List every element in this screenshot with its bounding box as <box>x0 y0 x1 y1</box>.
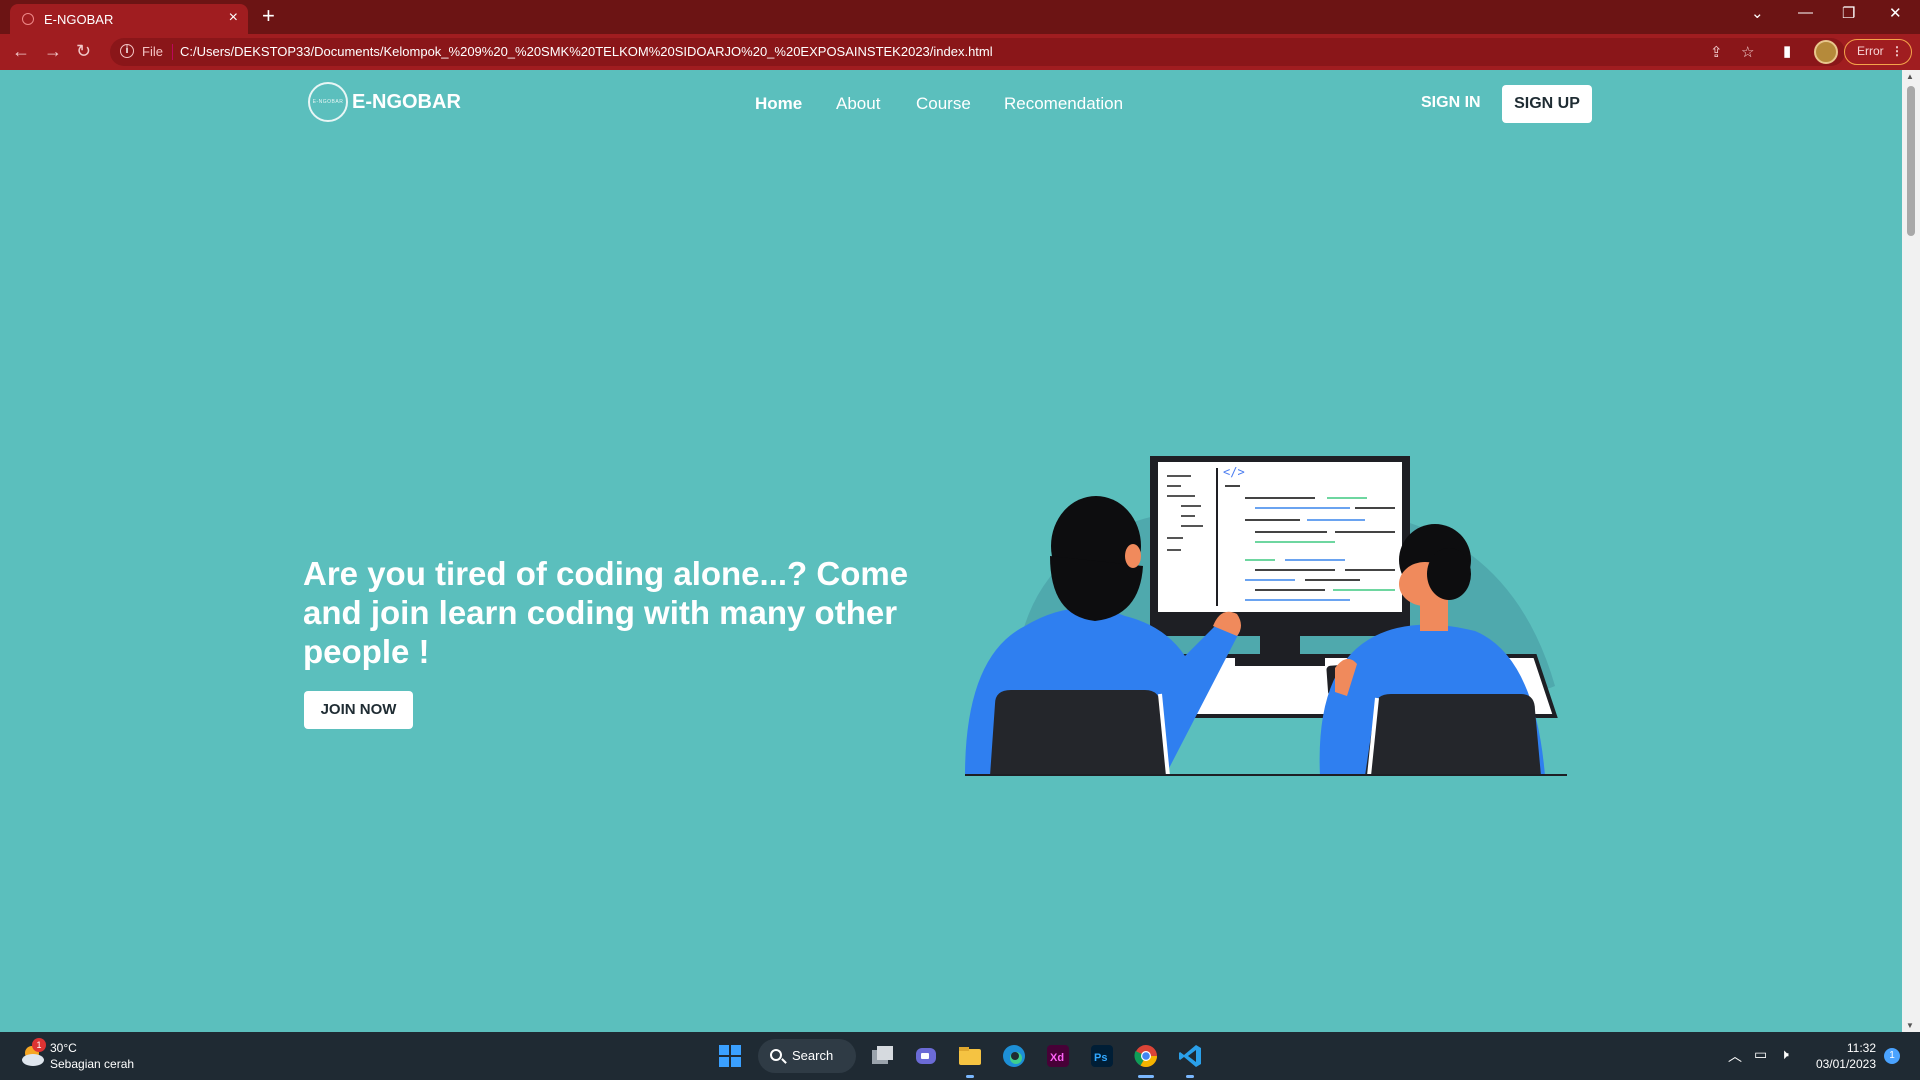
windows-taskbar: 1 30°C Sebagian cerah Search Xd Ps ︿ ▭ 🕨… <box>0 1032 1920 1080</box>
menu-dots-icon[interactable]: ⋮ <box>1891 40 1903 63</box>
windows-start-icon[interactable] <box>716 1042 744 1070</box>
web-page: E-NGOBAR E-NGOBAR Home About Course Reco… <box>0 70 1900 1032</box>
clock-time: 11:32 <box>1846 1041 1876 1055</box>
side-panel-icon[interactable]: ▮ <box>1783 43 1791 61</box>
browser-tab[interactable]: E-NGOBAR × <box>10 4 248 34</box>
taskbar-search-label: Search <box>792 1048 834 1063</box>
url-text[interactable]: C:/Users/DEKSTOP33/Documents/Kelompok_%2… <box>180 44 993 59</box>
profile-avatar[interactable] <box>1814 40 1838 64</box>
forward-icon[interactable]: → <box>44 42 62 60</box>
tab-close-button[interactable]: × <box>229 10 238 26</box>
weather-condition[interactable]: Sebagian cerah <box>50 1057 134 1071</box>
adobe-xd-label: Xd <box>1050 1052 1064 1064</box>
join-now-button[interactable]: JOIN NOW <box>304 691 413 729</box>
browser-tab-strip: E-NGOBAR × + ⌄ — ❐ ✕ <box>0 0 1920 34</box>
adobe-xd-icon[interactable]: Xd <box>1044 1042 1072 1070</box>
url-scheme-label: File <box>142 44 163 59</box>
man-chair <box>1365 694 1541 776</box>
taskbar-clock[interactable]: 11:32 03/01/2023 <box>1808 1040 1876 1072</box>
minimize-button[interactable]: — <box>1798 4 1813 21</box>
info-icon[interactable]: i <box>120 44 134 58</box>
tab-favicon-icon <box>22 13 34 25</box>
monitor-base <box>1235 658 1325 666</box>
nav-course[interactable]: Course <box>916 94 971 114</box>
scroll-down-arrow-icon[interactable]: ▼ <box>1906 1021 1914 1030</box>
teams-chat-icon[interactable] <box>912 1042 940 1070</box>
network-display-icon[interactable]: ▭ <box>1754 1046 1767 1063</box>
scrollbar-thumb[interactable] <box>1907 86 1915 236</box>
photoshop-label: Ps <box>1094 1052 1107 1064</box>
address-divider <box>172 44 173 60</box>
logo-mark-text: E-NGOBAR <box>312 99 344 105</box>
vscode-running-indicator <box>1186 1075 1194 1078</box>
bookmark-star-icon[interactable]: ☆ <box>1741 43 1754 61</box>
file-explorer-icon[interactable] <box>956 1042 984 1070</box>
notification-badge[interactable]: 1 <box>1884 1048 1900 1064</box>
woman-chair <box>990 690 1167 776</box>
logo-text: E-NGOBAR <box>352 91 461 113</box>
file-explorer-running-indicator <box>966 1075 974 1078</box>
reload-icon[interactable]: ↻ <box>76 42 91 60</box>
error-button[interactable]: Error ⋮ <box>1844 39 1912 65</box>
clock-date: 03/01/2023 <box>1815 1057 1876 1071</box>
weather-badge: 1 <box>32 1038 46 1052</box>
page-scrollbar[interactable]: ▲ ▼ <box>1902 70 1920 1032</box>
taskbar-search[interactable]: Search <box>758 1039 856 1073</box>
man-hair-side <box>1427 548 1471 600</box>
scroll-up-arrow-icon[interactable]: ▲ <box>1906 72 1914 81</box>
error-label: Error <box>1857 44 1884 58</box>
vscode-icon[interactable] <box>1176 1042 1204 1070</box>
logo-mark-icon: E-NGOBAR <box>308 82 348 122</box>
sign-up-button[interactable]: SIGN UP <box>1502 85 1592 123</box>
volume-muted-icon[interactable]: 🕨 <box>1780 1046 1789 1063</box>
tab-title: E-NGOBAR <box>44 12 114 27</box>
chrome-icon[interactable] <box>1132 1042 1160 1070</box>
share-icon[interactable]: ⇪ <box>1710 43 1723 61</box>
woman-ear <box>1125 544 1141 568</box>
edge-browser-icon[interactable] <box>1000 1042 1028 1070</box>
show-hidden-icons-chevron-icon[interactable]: ︿ <box>1728 1046 1742 1066</box>
tab-search-chevron-icon[interactable]: ⌄ <box>1751 4 1764 22</box>
browser-toolbar: ← → ↻ i File C:/Users/DEKSTOP33/Document… <box>0 34 1920 70</box>
restore-button[interactable]: ❐ <box>1842 4 1855 22</box>
new-tab-button[interactable]: + <box>262 3 275 29</box>
back-icon[interactable]: ← <box>12 42 30 60</box>
weather-temperature[interactable]: 30°C <box>50 1041 77 1055</box>
coding-together-illustration: </> <box>965 456 1567 776</box>
window-close-button[interactable]: ✕ <box>1889 4 1902 22</box>
task-view-icon[interactable] <box>868 1042 896 1070</box>
photoshop-icon[interactable]: Ps <box>1088 1042 1116 1070</box>
sign-in-link[interactable]: SIGN IN <box>1421 94 1481 112</box>
chrome-active-indicator <box>1138 1075 1154 1078</box>
search-icon <box>770 1049 782 1061</box>
nav-home[interactable]: Home <box>755 94 802 114</box>
nav-recomendation[interactable]: Recomendation <box>1004 94 1123 114</box>
hero-title: Are you tired of coding alone...? Come a… <box>303 555 909 670</box>
code-tag-text: </> <box>1223 465 1245 479</box>
nav-about[interactable]: About <box>836 94 880 114</box>
address-bar[interactable]: i File C:/Users/DEKSTOP33/Documents/Kelo… <box>110 38 1845 66</box>
